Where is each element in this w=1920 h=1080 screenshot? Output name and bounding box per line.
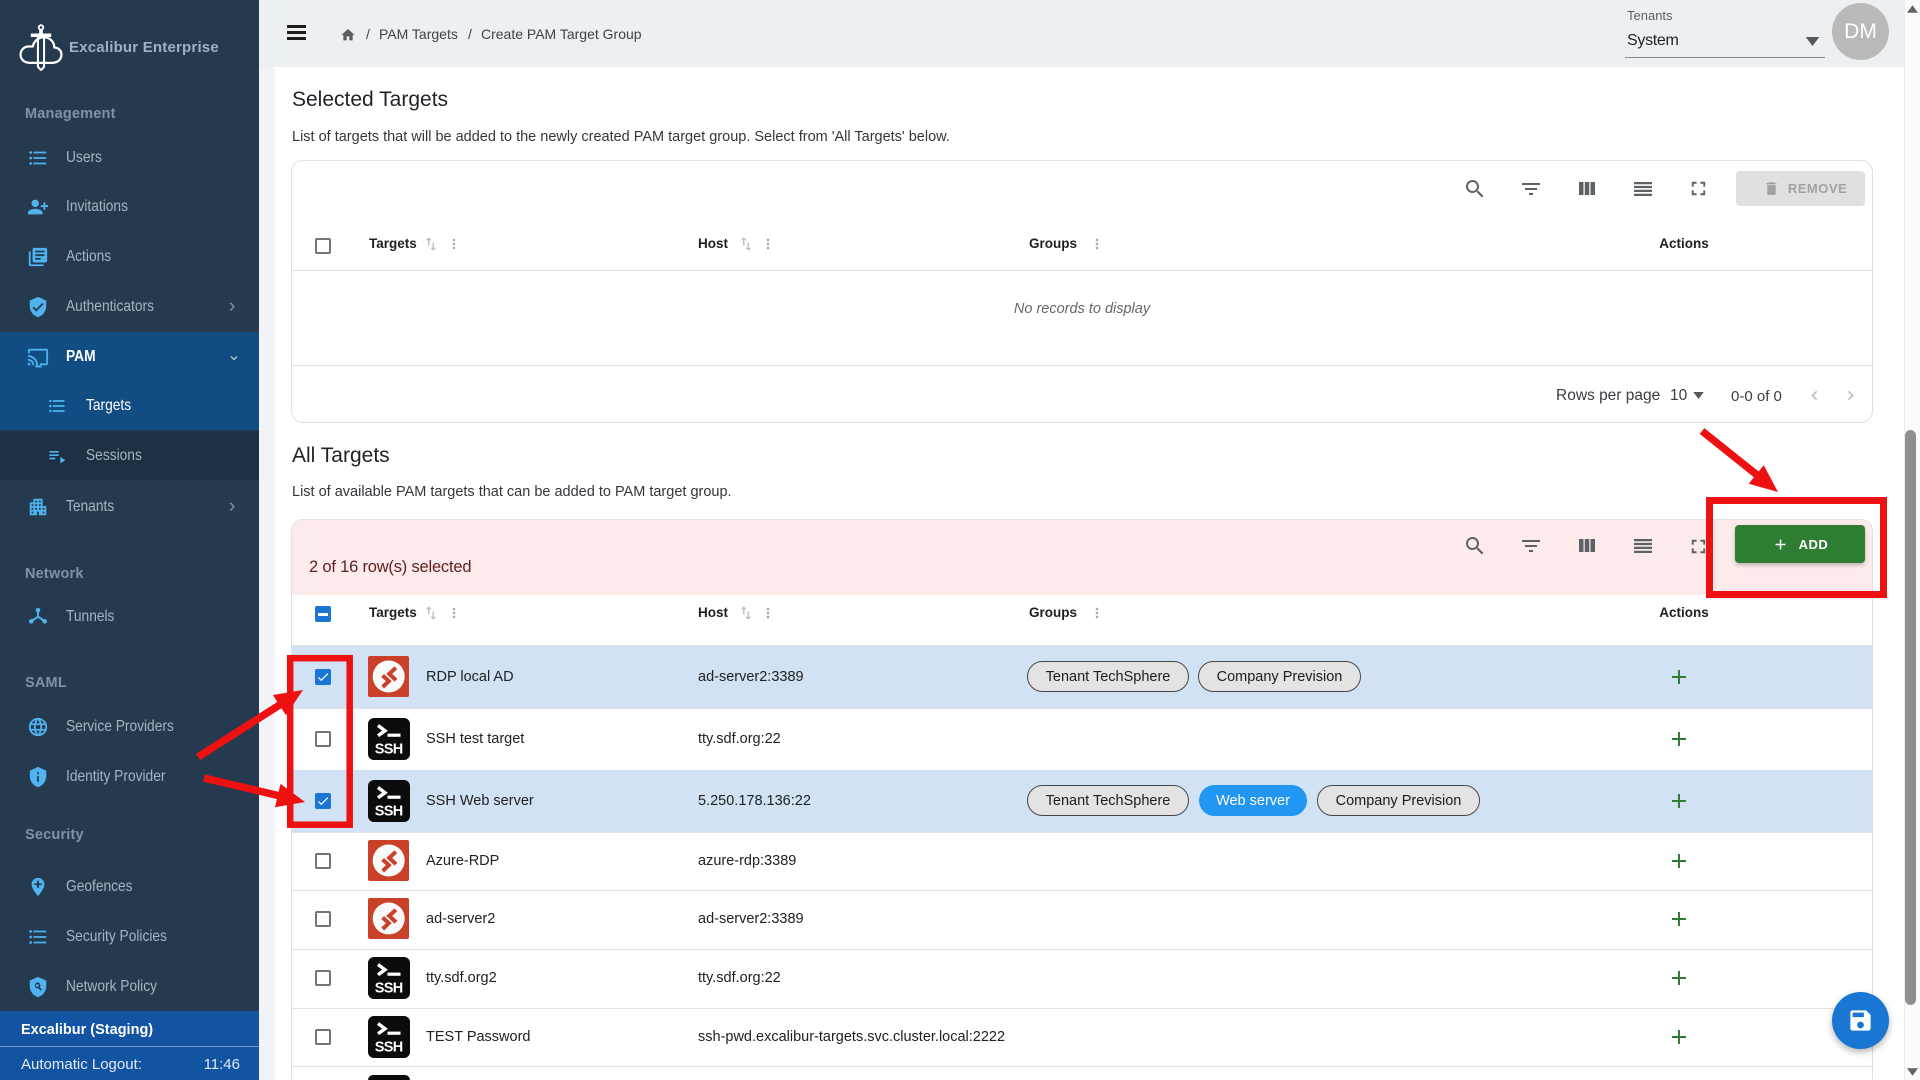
svg-text:SSH: SSH — [375, 804, 404, 820]
svg-text:SSH: SSH — [375, 1040, 404, 1056]
svg-text:SSH: SSH — [375, 742, 404, 758]
svg-text:SSH: SSH — [375, 981, 404, 997]
